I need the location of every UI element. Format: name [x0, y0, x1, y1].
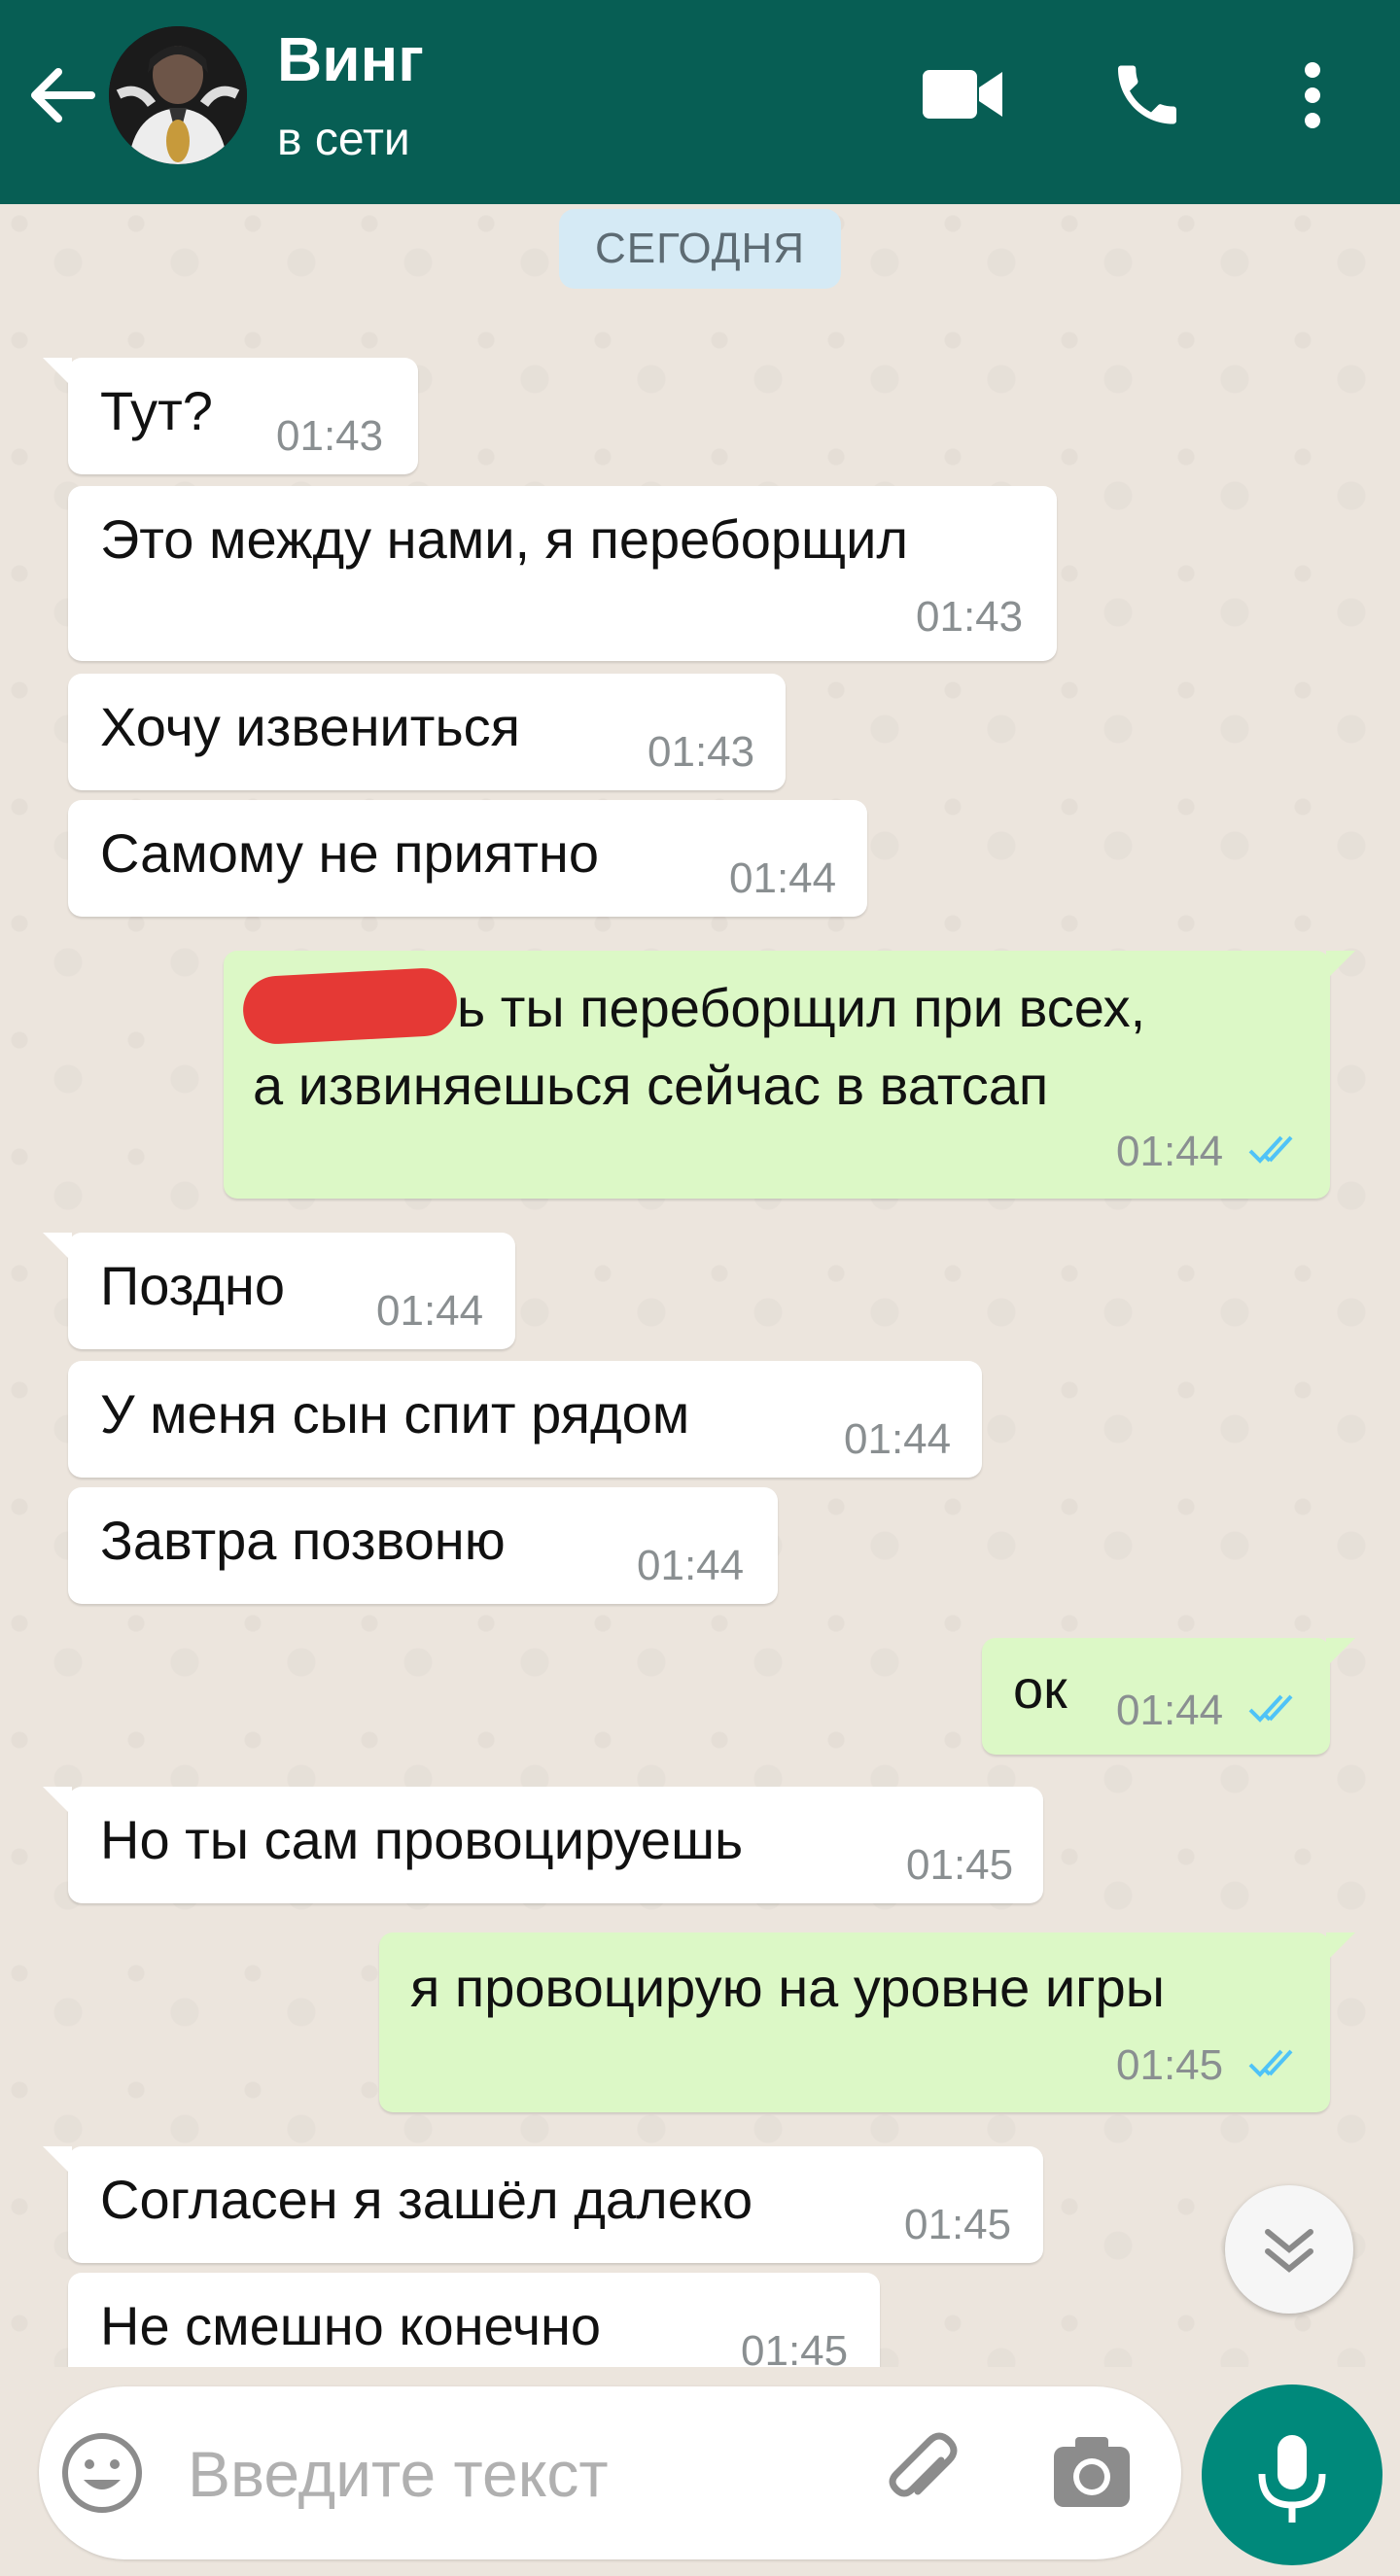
date-chip: СЕГОДНЯ [559, 209, 841, 289]
message-input[interactable] [188, 2420, 888, 2527]
message-time: 01:43 [276, 412, 384, 460]
message-incoming[interactable]: Согласен я зашёл далеко 01:45 [43, 2146, 1043, 2263]
message-time: 01:45 [904, 2201, 1012, 2248]
microphone-icon [1258, 2435, 1326, 2523]
message-incoming[interactable]: Не смешно конечно 01:45 [68, 2273, 880, 2367]
message-outgoing[interactable]: я провоцирую на уровне игры 01:45 [379, 1932, 1355, 2112]
redaction-mark [241, 966, 459, 1046]
chat-header: Винг в сети [0, 0, 1400, 204]
more-options-button[interactable] [1293, 58, 1332, 141]
message-text: Поздно [100, 1255, 285, 1316]
message-text: Это между нами, я переборщил [100, 508, 909, 570]
message-text: Но ты сам провоцируешь [100, 1809, 744, 1870]
attach-button[interactable] [875, 2425, 972, 2527]
message-time: 01:44 [1116, 1687, 1224, 1734]
message-time: 01:44 [376, 1287, 484, 1335]
message-text: Тут? [100, 380, 213, 441]
message-incoming[interactable]: У меня сын спит рядом 01:44 [68, 1361, 982, 1478]
contact-status: в сети [277, 114, 410, 165]
message-text: я провоцирую на уровне игры [410, 1957, 1165, 2018]
contact-name[interactable]: Винг [277, 23, 424, 95]
message-text: Не смешно конечно [100, 2295, 602, 2356]
phone-icon [1118, 65, 1176, 124]
message-time: 01:44 [729, 854, 837, 902]
message-time: 01:45 [741, 2327, 849, 2367]
voice-message-button[interactable] [1202, 2385, 1382, 2565]
camera-button[interactable] [1050, 2433, 1134, 2516]
message-text: ок [1013, 1658, 1068, 1720]
message-text: Хочу извениться [100, 696, 520, 757]
message-list[interactable]: СЕГОДНЯ Тут? 01:43 Это между нами, я пер… [0, 204, 1400, 2367]
message-incoming[interactable]: Но ты сам провоцируешь 01:45 [43, 1787, 1043, 1903]
voice-call-button[interactable] [1108, 53, 1186, 141]
emoji-icon [62, 2433, 142, 2513]
video-call-button[interactable] [919, 60, 1006, 133]
message-time: 01:43 [916, 593, 1024, 641]
message-time: 01:44 [1116, 1128, 1224, 1175]
more-vert-icon [1305, 62, 1320, 128]
avatar[interactable] [109, 26, 247, 164]
message-outgoing[interactable]: ок 01:44 [982, 1638, 1355, 1755]
double-check-icon [1248, 1694, 1293, 1723]
composer [0, 2367, 1400, 2576]
message-incoming[interactable]: Поздно 01:44 [43, 1233, 515, 1349]
double-check-icon [1248, 2049, 1293, 2077]
message-outgoing[interactable]: ь ты переборщил при всех, а извиняешься … [224, 951, 1355, 1199]
message-incoming[interactable]: Это между нами, я переборщил 01:43 [68, 486, 1057, 661]
double-check-icon [1248, 1135, 1293, 1164]
message-text: а извиняешься сейчас в ватсап [253, 1055, 1049, 1116]
message-incoming[interactable]: Завтра позвоню 01:44 [68, 1487, 778, 1604]
message-time: 01:45 [1116, 2041, 1224, 2089]
message-time: 01:44 [844, 1415, 952, 1463]
emoji-button[interactable] [60, 2431, 144, 2520]
arrow-left-icon [31, 68, 95, 122]
message-text: ь ты переборщил при всех, [457, 977, 1146, 1038]
videocam-icon [923, 70, 1002, 119]
composer-field-container [39, 2386, 1181, 2559]
message-incoming[interactable]: Самому не приятно 01:44 [68, 800, 867, 917]
message-time: 01:45 [906, 1841, 1014, 1889]
paperclip-icon [889, 2432, 958, 2497]
message-text: Согласен я зашёл далеко [100, 2169, 753, 2230]
message-text: Завтра позвоню [100, 1510, 506, 1571]
message-incoming[interactable]: Хочу извениться 01:43 [68, 674, 786, 790]
camera-icon [1054, 2437, 1130, 2507]
scroll-to-bottom-button[interactable] [1225, 2185, 1353, 2314]
message-time: 01:43 [648, 728, 755, 776]
message-text: У меня сын спит рядом [100, 1383, 690, 1445]
chevron-double-down-icon [1265, 2229, 1313, 2273]
message-text: Самому не приятно [100, 822, 599, 884]
back-button[interactable] [23, 56, 101, 134]
message-incoming[interactable]: Тут? 01:43 [43, 358, 418, 474]
message-time: 01:44 [637, 1542, 745, 1589]
